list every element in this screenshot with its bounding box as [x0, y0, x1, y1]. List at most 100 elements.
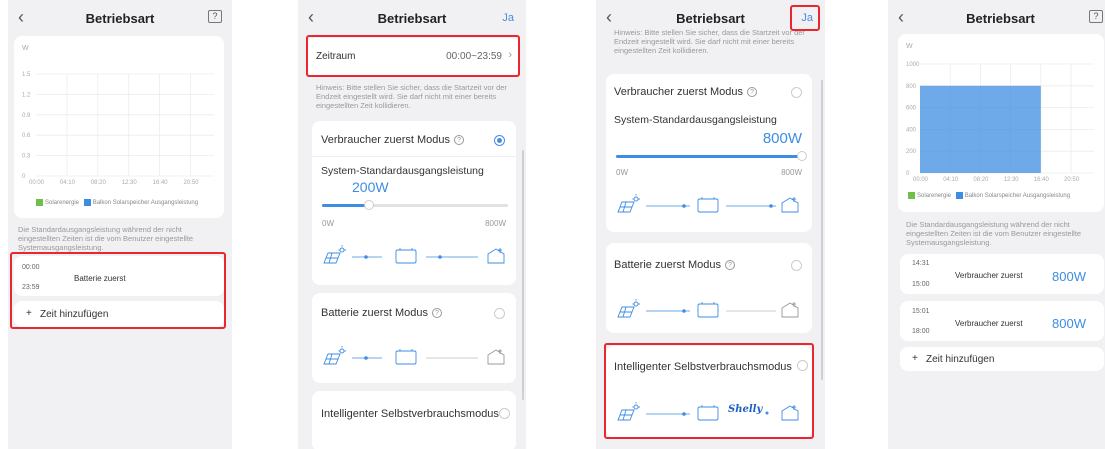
scrollbar[interactable] [522, 150, 524, 400]
info-icon[interactable]: ? [454, 135, 465, 146]
mode-radio-battery[interactable] [791, 260, 802, 271]
mode-label: Batterie zuerst Modus [321, 307, 428, 319]
mode-radio-battery[interactable] [494, 308, 505, 319]
chart-legend: Solarenergie Balkon Solarspeicher Ausgan… [908, 192, 1070, 199]
legend-solar-label: Solarenergie [45, 200, 80, 207]
mode-label: Batterie zuerst Modus [614, 259, 721, 271]
confirm-button[interactable]: Ja [502, 12, 514, 24]
help-icon[interactable]: ? [1089, 10, 1103, 23]
slider-handle[interactable] [797, 151, 807, 161]
x-tick-label: 20:50 [1064, 177, 1080, 183]
system-power-value: 800W [762, 130, 802, 147]
flow-line-1 [352, 255, 382, 259]
y-tick-label: 600 [906, 106, 917, 112]
x-tick-label: 04:10 [60, 180, 76, 186]
x-tick-label: 16:40 [153, 180, 169, 186]
chart-svg: W 1000 800 600 400 200 000:00 04:10 08:20 12:30 16… [906, 43, 1094, 183]
screen-schedule-overview-1: ‹ Betriebsart ? W 1.5 1.2 0.9 0.6 0.3 0 00:00 04… [8, 0, 232, 449]
mode-card-consumer[interactable]: Verbraucher zuerst Modus? System-Standar… [606, 74, 812, 232]
mode-label: Verbraucher zuerst Modus [614, 86, 744, 98]
add-time-button[interactable]: + Zeit hinzufügen [900, 347, 1104, 371]
plus-icon: + [912, 353, 918, 364]
mode-radio-consumer[interactable] [494, 135, 505, 146]
solar-panel-icon [323, 346, 346, 365]
legend-balcony-swatch [955, 192, 963, 199]
highlight-box [306, 35, 520, 77]
scrollbar[interactable] [821, 80, 823, 380]
y-tick-label: 0 [906, 171, 910, 177]
info-icon[interactable]: ? [725, 260, 735, 271]
mode-card-battery[interactable]: Batterie zuerst Modus? [312, 293, 516, 383]
add-time-label: Zeit hinzufügen [926, 354, 995, 365]
legend-balcony-label: Balkon Solarspeicher Ausgangsleistung [92, 200, 199, 207]
top-bar: ‹ Betriebsart ? [888, 0, 1105, 34]
legend-balcony-swatch [83, 199, 91, 206]
mode-radio-smart[interactable] [499, 408, 510, 419]
mode-title-smart: Intelligenter Selbstverbrauchsmodus [321, 408, 499, 420]
solar-panel-icon [323, 245, 346, 264]
system-power-value: 200W [352, 179, 389, 195]
mode-card-consumer[interactable]: Verbraucher zuerst Modus? System-Standar… [312, 121, 516, 285]
solar-panel-icon [617, 299, 640, 318]
y-tick-label: 0.6 [22, 133, 31, 139]
entry-end-time: 15:00 [912, 281, 930, 288]
time-hint: Hinweis: Bitte stellen Sie sicher, dass … [316, 83, 507, 110]
power-slider[interactable] [322, 200, 508, 210]
battery-icon [395, 248, 417, 264]
system-power-label: System-Standardausgangsleistung [321, 165, 484, 177]
solar-panel-icon [617, 194, 640, 213]
mode-radio-consumer[interactable] [791, 87, 802, 98]
default-power-note: Die Standardausgangsleistung während der… [18, 225, 194, 252]
y-tick-label: 200 [906, 149, 917, 155]
help-icon[interactable]: ? [208, 10, 222, 23]
flow-line-1 [646, 204, 690, 208]
series-area [920, 85, 1041, 173]
x-tick-label: 20:50 [184, 180, 200, 186]
entry-mode-label: Verbraucher zuerst [955, 271, 1023, 280]
house-icon [781, 302, 799, 318]
default-power-note: Die Standardausgangsleistung während der… [906, 220, 1082, 247]
time-hint: Hinweis: Bitte stellen Sie sicher, dass … [614, 28, 805, 55]
mode-title-consumer: Verbraucher zuerst Modus? [614, 86, 758, 98]
mode-card-battery[interactable]: Batterie zuerst Modus? [606, 243, 812, 333]
power-chart: W 1.5 1.2 0.9 0.6 0.3 0 00:00 04:10 08:20 12:30 16:… [14, 36, 224, 218]
system-power-label: System-Standardausgangsleistung [614, 114, 777, 126]
screen-schedule-overview-2: ‹ Betriebsart ? W 1000 800 600 400 200 0 00:00 0… [888, 0, 1105, 449]
mode-card-smart[interactable]: Intelligenter Selbstverbrauchsmodus [312, 391, 516, 449]
x-tick-label: 00:00 [913, 177, 929, 183]
slider-fill [322, 204, 369, 207]
schedule-entry[interactable]: 15:01 18:00 Verbraucher zuerst 800W [900, 301, 1104, 341]
x-tick-label: 08:20 [973, 177, 989, 183]
power-slider[interactable] [616, 151, 807, 161]
y-unit-label: W [22, 45, 29, 52]
slider-handle[interactable] [363, 200, 374, 210]
flow-line-1 [352, 356, 382, 360]
highlight-box [10, 252, 226, 329]
page-title: Betriebsart [966, 11, 1035, 26]
y-tick-label: 0.3 [22, 154, 31, 160]
schedule-entry[interactable]: 14:31 15:00 Verbraucher zuerst 800W [900, 254, 1104, 294]
energy-flow-diagram [323, 346, 505, 365]
x-tick-label: 16:40 [1034, 177, 1050, 183]
x-tick-label: 08:20 [91, 180, 107, 186]
entry-mode-label: Verbraucher zuerst [955, 319, 1023, 328]
y-unit-label: W [906, 43, 913, 50]
y-tick-label: 0 [22, 174, 26, 180]
mode-title-battery: Batterie zuerst Modus? [614, 259, 735, 271]
screen-mode-edit-2: Hinweis: Bitte stellen Sie sicher, dass … [596, 0, 825, 449]
y-tick-label: 1000 [906, 62, 920, 68]
info-icon[interactable]: ? [432, 308, 442, 319]
battery-icon [697, 197, 719, 213]
mode-title-consumer: Verbraucher zuerst Modus? [321, 134, 465, 146]
entry-end-time: 18:00 [912, 328, 930, 335]
x-tick-label: 12:30 [122, 180, 138, 186]
page-title: Betriebsart [85, 11, 155, 26]
flow-line-1 [646, 309, 690, 313]
top-bar: ‹ Betriebsart Ja [298, 0, 526, 34]
info-icon[interactable]: ? [747, 87, 758, 98]
chart-svg: W 1.5 1.2 0.9 0.6 0.3 000:00 04:10 08:20 12:30 16:… [22, 45, 214, 186]
page-title: Betriebsart [377, 11, 447, 26]
energy-flow-diagram [617, 299, 799, 318]
y-tick-label: 800 [906, 84, 917, 90]
legend-solar-label: Solarenergie [917, 193, 952, 200]
